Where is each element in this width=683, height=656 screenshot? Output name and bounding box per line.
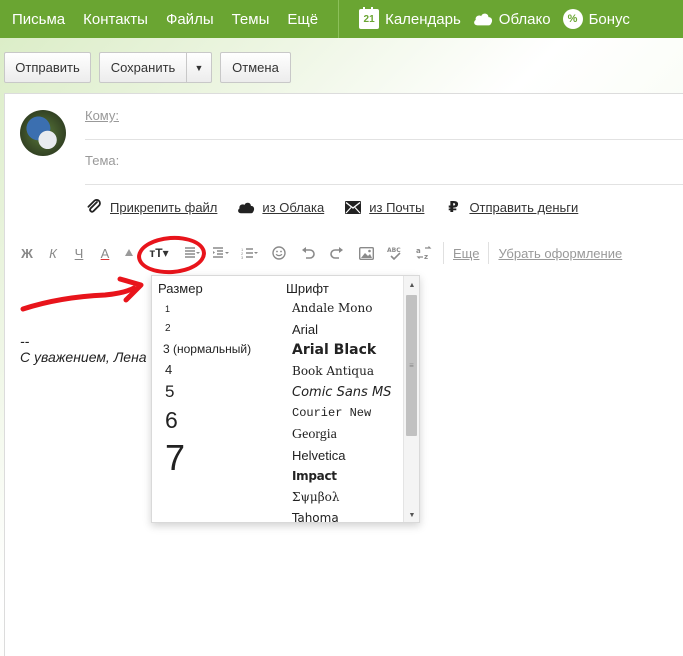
paperclip-icon (85, 198, 103, 216)
size-option-3[interactable]: 3 (нормальный) (163, 339, 251, 359)
toolbar-divider (443, 242, 444, 264)
send-money-link[interactable]: ₽ Отправить деньги (444, 198, 578, 216)
attach-file-label: Прикрепить файл (110, 199, 218, 215)
save-button[interactable]: Сохранить (99, 52, 187, 83)
subject-label: Тема: (85, 153, 120, 168)
attachment-row: Прикрепить файл из Облака из Почты ₽ Отп… (85, 198, 598, 216)
message-body[interactable]: -- С уважением, Лена (20, 333, 147, 365)
scroll-down-arrow-icon[interactable]: ▼ (404, 508, 419, 522)
compose-actions: Отправить Сохранить ▼ Отмена (4, 52, 291, 83)
subject-field[interactable] (85, 184, 683, 185)
size-option-2[interactable]: 2 (165, 319, 251, 339)
to-field[interactable] (85, 139, 683, 140)
font-size-dropdown: Размер Шрифт 1 2 3 (нормальный) 4 5 6 7 … (151, 275, 420, 523)
calendar-icon: 21 (359, 7, 380, 29)
font-list: Andale Mono Arial Arial Black Book Antiq… (292, 298, 391, 522)
numbered-list-icon[interactable]: 123 (240, 243, 260, 263)
text-color-button[interactable]: А (95, 243, 115, 263)
redo-icon[interactable] (327, 243, 347, 263)
attach-cloud-link[interactable]: из Облака (237, 198, 324, 216)
bonus-icon: % (562, 9, 583, 29)
bold-button[interactable]: Ж (17, 243, 37, 263)
size-list: 1 2 3 (нормальный) 4 5 6 7 (163, 300, 251, 480)
font-option-symbol[interactable]: Σψμβολ (292, 487, 391, 508)
annotation-arrow (20, 276, 144, 312)
nav-cloud-label: Облако (498, 10, 551, 28)
font-option-helvetica[interactable]: Helvetica (292, 445, 391, 466)
highlight-icon[interactable] (121, 243, 137, 263)
to-label[interactable]: Кому: (85, 108, 119, 123)
font-option-arial[interactable]: Arial (292, 319, 391, 340)
signature-text: С уважением, Лена (20, 349, 147, 365)
size-option-1[interactable]: 1 (165, 300, 251, 319)
nav-cloud[interactable]: Облако (473, 9, 551, 29)
size-header: Размер (158, 281, 203, 296)
top-navigation: Письма Контакты Файлы Темы Ещё 21 Календ… (0, 0, 683, 38)
italic-button[interactable]: К (43, 243, 63, 263)
formatting-toolbar: Ж К Ч А тТ▾ 123 ABC az Еще Убрать оформл… (5, 240, 622, 266)
nav-bonus[interactable]: % Бонус (562, 9, 630, 29)
dropdown-scrollbar[interactable]: ▲ ≡ ▼ (403, 276, 419, 522)
nav-more[interactable]: Ещё (275, 11, 318, 28)
cloud-icon (237, 198, 255, 216)
nav-contacts[interactable]: Контакты (71, 11, 148, 28)
size-option-7[interactable]: 7 (165, 436, 251, 480)
scroll-thumb[interactable]: ≡ (406, 295, 417, 436)
send-money-label: Отправить деньги (469, 199, 579, 215)
nav-calendar[interactable]: 21 Календарь (359, 7, 461, 29)
svg-text:a: a (416, 247, 421, 255)
cloud-icon (473, 9, 493, 29)
translate-icon[interactable]: az (414, 243, 434, 263)
font-option-tahoma[interactable]: Tahoma (292, 508, 391, 522)
underline-button[interactable]: Ч (69, 243, 89, 263)
save-options-button[interactable]: ▼ (187, 52, 212, 83)
spellcheck-icon[interactable]: ABC (385, 243, 405, 263)
signature-dash: -- (20, 333, 30, 349)
nav-mail[interactable]: Письма (0, 11, 65, 28)
scroll-up-arrow-icon[interactable]: ▲ (404, 278, 419, 292)
size-option-5[interactable]: 5 (165, 380, 251, 404)
nav-bonus-label: Бонус (588, 10, 630, 28)
undo-icon[interactable] (298, 243, 318, 263)
font-option-impact[interactable]: Impact (292, 466, 391, 487)
size-option-6[interactable]: 6 (165, 404, 251, 436)
more-formatting-link[interactable]: Еще (453, 243, 479, 263)
attach-mail-link[interactable]: из Почты (344, 198, 424, 216)
clear-formatting-link[interactable]: Убрать оформление (498, 243, 622, 263)
avatar (20, 110, 66, 156)
size-option-4[interactable]: 4 (165, 359, 251, 380)
nav-calendar-label: Календарь (385, 10, 461, 28)
font-header: Шрифт (286, 281, 329, 296)
nav-themes[interactable]: Темы (220, 11, 270, 28)
svg-text:3: 3 (241, 255, 244, 259)
ruble-icon: ₽ (448, 199, 459, 216)
font-option-andale-mono[interactable]: Andale Mono (292, 298, 391, 319)
svg-text:z: z (424, 253, 428, 260)
image-icon[interactable] (356, 243, 376, 263)
attach-file-link[interactable]: Прикрепить файл (85, 198, 217, 216)
send-button[interactable]: Отправить (4, 52, 91, 83)
indent-icon[interactable] (211, 243, 231, 263)
attach-mail-label: из Почты (369, 199, 425, 215)
font-option-book-antiqua[interactable]: Book Antiqua (292, 361, 391, 382)
font-option-comic-sans[interactable]: Comic Sans MS (292, 382, 391, 403)
nav-divider (338, 0, 340, 38)
nav-files[interactable]: Файлы (154, 11, 214, 28)
font-option-arial-black[interactable]: Arial Black (292, 340, 391, 361)
toolbar-divider (488, 242, 490, 264)
cancel-button[interactable]: Отмена (220, 52, 291, 83)
emoji-icon[interactable] (269, 243, 289, 263)
attach-cloud-label: из Облака (262, 199, 325, 215)
font-option-georgia[interactable]: Georgia (292, 424, 391, 445)
envelope-icon (344, 198, 362, 216)
font-option-courier-new[interactable]: Courier New (292, 403, 391, 424)
